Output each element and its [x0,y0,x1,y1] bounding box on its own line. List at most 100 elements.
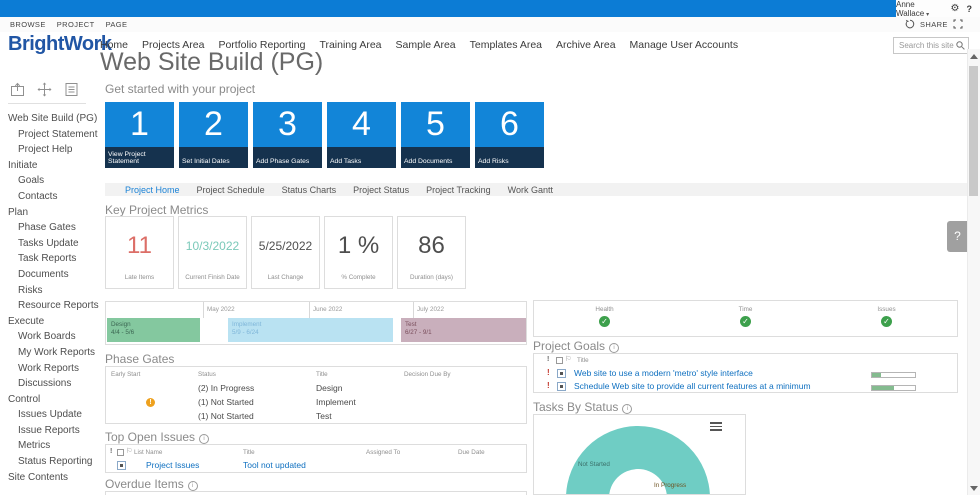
tile-number: 2 [204,105,223,143]
tile-number: 6 [500,105,519,143]
timeline-bar-design[interactable]: Design 4/4 - 5/6 [107,318,200,342]
share-site-icon[interactable] [10,82,25,97]
sidebar-item-task-reports[interactable]: Task Reports [0,251,96,267]
tab-project-schedule[interactable]: Project Schedule [197,185,265,195]
goal-progress-bar [871,372,916,378]
focus-icon[interactable] [953,19,963,29]
sidebar-item-my-work-reports[interactable]: My Work Reports [0,345,96,361]
share-label[interactable]: SHARE [920,20,948,29]
column-decision-due-by: Decision Due By [404,371,451,378]
suite-bar-user-area: Anne Wallace ▾ ⚙ ? [896,0,980,18]
sidebar-item-issue-reports[interactable]: Issue Reports [0,423,96,439]
goal-title-link[interactable]: Web site to use a modern 'metro' style i… [574,368,753,378]
nav-templates-area[interactable]: Templates Area [470,39,542,51]
info-icon[interactable]: i [187,481,198,491]
select-all-checkbox[interactable] [556,357,563,364]
tile-add-risks[interactable]: 6 Add Risks [475,102,544,168]
scrollbar-thumb[interactable] [969,66,978,196]
row-expand-icon[interactable] [557,382,566,391]
help-tab[interactable]: ? [947,221,968,252]
sidebar-item-project-statement[interactable]: Project Statement [0,127,97,143]
sidebar-item-documents[interactable]: Documents [0,267,96,283]
column-due-date: Due Date [458,449,485,456]
sidebar-item-execute[interactable]: Execute [0,314,96,330]
tasks-by-status-heading: Tasks By Status i [533,400,633,414]
sidebar-item-plan[interactable]: Plan [0,205,96,221]
tile-add-phase-gates[interactable]: 3 Add Phase Gates [253,102,322,168]
check-icon: ✓ [881,316,892,327]
info-icon[interactable]: i [609,343,620,353]
sidebar-item-tasks-update[interactable]: Tasks Update [0,236,96,252]
sidebar-item-control[interactable]: Control [0,392,96,408]
brightwork-logo[interactable]: BrightWork [8,33,112,56]
scrollbar-up-arrow[interactable] [970,54,978,59]
info-icon[interactable]: i [199,434,210,444]
notebook-icon[interactable] [64,82,79,97]
tile-add-documents[interactable]: 5 Add Documents [401,102,470,168]
ribbon-tab-page[interactable]: PAGE [106,20,128,29]
sidebar-item-site-contents[interactable]: Site Contents [0,470,96,486]
scrollbar-down-arrow[interactable] [970,486,978,491]
tile-view-project-statement[interactable]: 1 View Project Statement [105,102,174,168]
ribbon-tab-project[interactable]: PROJECT [57,20,95,29]
nav-archive-area[interactable]: Archive Area [556,39,616,51]
tile-add-tasks[interactable]: 4 Add Tasks [327,102,396,168]
share-icon[interactable] [905,19,915,29]
sidebar-item-goals[interactable]: Goals [0,173,96,189]
metric-value: 5/25/2022 [258,239,313,253]
month-tick [309,302,310,318]
sidebar-item-project-help[interactable]: Project Help [0,142,96,158]
metric-label: Current Finish Date [185,274,240,281]
row-expand-icon[interactable] [117,461,126,470]
info-icon[interactable]: i [622,404,633,414]
metric-percent-complete[interactable]: 1 % % Complete [324,216,393,289]
row-expand-icon[interactable] [557,369,566,378]
issue-list-name-link[interactable]: Project Issues [146,460,199,470]
sidebar-item-contacts[interactable]: Contacts [0,189,96,205]
tab-project-status[interactable]: Project Status [353,185,409,195]
sidebar-item-resource-reports[interactable]: Resource Reports [0,298,99,314]
move-icon[interactable] [37,82,52,97]
sidebar-item-phase-gates[interactable]: Phase Gates [0,220,96,236]
sidebar-item-work-boards[interactable]: Work Boards [0,329,96,345]
nav-manage-user-accounts[interactable]: Manage User Accounts [630,39,739,51]
search-input[interactable] [897,40,956,51]
sidebar-item-status-reporting[interactable]: Status Reporting [0,454,96,470]
user-menu[interactable]: Anne Wallace ▾ [896,0,944,18]
metric-value: 10/3/2022 [185,239,240,253]
nav-training-area[interactable]: Training Area [319,39,381,51]
metric-late-items[interactable]: 11 Late Items [105,216,174,289]
gear-icon[interactable]: ⚙ [951,3,960,14]
sidebar-item-discussions[interactable]: Discussions [0,376,96,392]
sidebar-item-initiate[interactable]: Initiate [0,158,96,174]
tab-project-home[interactable]: Project Home [125,185,180,195]
tile-set-initial-dates[interactable]: 2 Set Initial Dates [179,102,248,168]
month-tick [203,302,204,318]
sidebar-item-work-reports[interactable]: Work Reports [0,361,96,377]
phase-gates-heading: Phase Gates [105,352,175,366]
tab-status-charts[interactable]: Status Charts [282,185,337,195]
status-label: Health [595,306,614,313]
goal-title-link[interactable]: Schedule Web site to provide all current… [574,381,811,391]
bar-dates: 5/9 - 6/24 [232,329,259,336]
chart-menu-icon[interactable] [710,422,722,433]
timeline-bar-implement[interactable]: Implement 5/9 - 6/24 [228,318,393,342]
ribbon-tab-browse[interactable]: BROWSE [10,20,46,29]
tile-caption: Add Tasks [327,147,396,168]
metric-current-finish-date[interactable]: 10/3/2022 Current Finish Date [178,216,247,289]
tab-project-tracking[interactable]: Project Tracking [426,185,491,195]
select-all-checkbox[interactable] [117,449,124,456]
search-icon[interactable] [956,41,965,50]
sidebar-item-web-site-build-pg[interactable]: Web Site Build (PG) [0,111,97,127]
priority-high-icon: ! [547,368,550,377]
sidebar-item-risks[interactable]: Risks [0,283,96,299]
timeline-bar-test[interactable]: Test 6/27 - 9/1 [401,318,526,342]
sidebar-item-issues-update[interactable]: Issues Update [0,407,96,423]
help-icon[interactable]: ? [967,4,973,14]
sidebar-item-metrics[interactable]: Metrics [0,438,96,454]
metric-duration-days[interactable]: 86 Duration (days) [397,216,466,289]
issue-title-link[interactable]: Tool not updated [243,460,306,470]
metric-last-change[interactable]: 5/25/2022 Last Change [251,216,320,289]
nav-sample-area[interactable]: Sample Area [396,39,456,51]
tab-work-gantt[interactable]: Work Gantt [508,185,553,195]
